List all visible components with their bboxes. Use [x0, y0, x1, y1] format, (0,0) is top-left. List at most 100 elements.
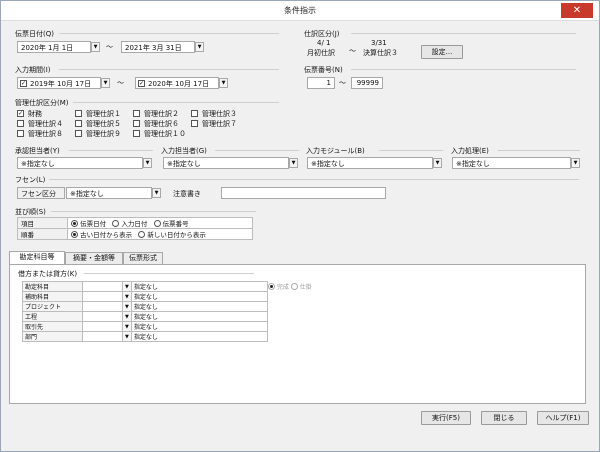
chevron-down-icon[interactable]: ▼ — [122, 331, 132, 342]
sort-order-radio-1[interactable] — [138, 231, 146, 238]
tilde-separator: ～ — [339, 79, 346, 87]
divider — [73, 102, 279, 103]
grid-code-input[interactable] — [82, 281, 123, 292]
radio-label: 新しい日付から表示 — [147, 231, 206, 239]
chevron-down-icon[interactable]: ▼ — [122, 311, 132, 322]
date-picker-dropdown[interactable]: ▼ — [219, 78, 228, 88]
help-button[interactable]: ヘルプ(F1) — [537, 411, 589, 425]
close-window-button[interactable]: ✕ — [561, 3, 593, 18]
fusen-note-input[interactable] — [221, 187, 386, 199]
status-radio-wip[interactable] — [290, 283, 298, 290]
kanri-shiwake-checkbox[interactable] — [75, 120, 82, 127]
sort-table: 項目 伝票日付 入力日付 伝票番号 順番 古い日付から表示 新しい日付から表示 — [17, 217, 253, 240]
grid-value-cell: 指定なし — [130, 291, 269, 302]
chevron-down-icon[interactable]: ▼ — [122, 321, 132, 332]
kanri-shiwake-checkbox-label: 管理仕訳１０ — [144, 130, 186, 138]
input-period-from-field[interactable]: ✓ 2019年 10月 17日 — [17, 77, 101, 89]
date-picker-dropdown[interactable]: ▼ — [91, 42, 100, 52]
kanri-shiwake-checkbox-label: 管理仕訳２ — [144, 110, 179, 118]
tab-kanjo-kamoku[interactable]: 勘定科目等 — [9, 251, 65, 264]
chevron-down-icon[interactable]: ▼ — [433, 158, 442, 168]
date-picker-dropdown[interactable]: ▼ — [195, 42, 204, 52]
grid-value-cell: 指定なし — [130, 281, 269, 292]
title-bar: 条件指示 ✕ — [1, 1, 599, 21]
grid-code-input[interactable] — [82, 321, 123, 332]
radio-label: 仕掛 — [299, 284, 312, 291]
sort-item-radio-1[interactable] — [112, 220, 120, 227]
kanri-shiwake-checkbox[interactable] — [17, 130, 24, 137]
denpyo-number-from-field[interactable]: 1 — [307, 77, 335, 89]
denpyo-date-to-field[interactable]: 2021年 3月 31日 — [121, 41, 195, 53]
sort-item-radio-2[interactable] — [153, 220, 161, 227]
fusen-kubun-select[interactable]: ※指定なし — [66, 187, 152, 199]
grid-row-label: プロジェクト — [22, 301, 83, 312]
approver-select[interactable]: ※指定なし — [17, 157, 143, 169]
sort-order-radio-0[interactable] — [71, 231, 78, 238]
kanri-shiwake-checkbox[interactable]: ✓ — [17, 110, 24, 117]
sort-item-options: 伝票日付 入力日付 伝票番号 — [67, 217, 253, 229]
kanri-shiwake-checkbox[interactable] — [75, 110, 82, 117]
tab-tekiyo-kingaku[interactable]: 摘要・金額等 — [65, 252, 123, 264]
kamoku-grid: 勘定科目 ▼ 指定なし 補助科目 ▼ 指定なし プロジェクト ▼ 指定なし 工程 ▼ 指定なし 取引先 ▼… — [22, 281, 269, 342]
sort-item-label: 項目 — [17, 217, 68, 229]
denpyo-date-from-field[interactable]: 2020年 1月 1日 — [17, 41, 91, 53]
input-period-to-field[interactable]: ✓ 2020年 10月 17日 — [135, 77, 219, 89]
date-picker-dropdown[interactable]: ▼ — [101, 78, 110, 88]
kanri-shiwake-checkbox[interactable] — [133, 110, 140, 117]
settings-button[interactable]: 設定... — [421, 45, 463, 59]
input-module-label: 入力モジュール(B) — [306, 147, 365, 155]
shiwake-to-name: 決算仕訳３ — [363, 49, 398, 57]
kanri-shiwake-checkbox-label: 管理仕訳７ — [202, 120, 237, 128]
divider — [351, 33, 576, 34]
divider — [351, 69, 576, 70]
radio-label: 伝票日付 — [80, 220, 107, 228]
kanri-shiwake-checkbox-label: 財務 — [28, 110, 42, 118]
kanri-shiwake-checkbox[interactable] — [75, 130, 82, 137]
kanri-shiwake-checkbox[interactable] — [133, 120, 140, 127]
divider — [59, 69, 279, 70]
grid-code-input[interactable] — [82, 291, 123, 302]
run-button[interactable]: 実行(F5) — [421, 411, 471, 425]
grid-code-input[interactable] — [82, 311, 123, 322]
kanri-shiwake-checkbox-label: 管理仕訳８ — [28, 130, 63, 138]
grid-row-label: 工程 — [22, 311, 83, 322]
input-period-from-checkbox[interactable]: ✓ — [20, 80, 27, 87]
sort-item-radio-0[interactable] — [71, 220, 78, 227]
approver-label: 承認担当者(Y) — [15, 147, 60, 155]
chevron-down-icon[interactable]: ▼ — [122, 281, 132, 292]
grid-value-cell: 指定なし — [130, 311, 269, 322]
grid-value-cell: 指定なし — [130, 301, 269, 312]
input-period-label: 入力期間(I) — [15, 66, 51, 74]
sort-order-label: 順番 — [17, 228, 68, 240]
status-radio-complete[interactable] — [268, 283, 275, 290]
input-period-to-checkbox[interactable]: ✓ — [138, 80, 145, 87]
chevron-down-icon[interactable]: ▼ — [152, 188, 161, 198]
divider — [84, 273, 254, 274]
input-staff-select[interactable]: ※指定なし — [163, 157, 289, 169]
input-module-select[interactable]: ※指定なし — [307, 157, 433, 169]
kanri-shiwake-checkbox-label: 管理仕訳５ — [86, 120, 121, 128]
kanri-shiwake-checkbox[interactable] — [133, 130, 140, 137]
status-radio-group: 完成 仕掛 — [268, 282, 312, 291]
input-process-select[interactable]: ※指定なし — [452, 157, 571, 169]
close-button[interactable]: 閉じる — [481, 411, 527, 425]
table-row: 工程 ▼ 指定なし — [22, 311, 269, 322]
denpyo-number-to-field[interactable]: 99999 — [351, 77, 383, 89]
grid-code-input[interactable] — [82, 301, 123, 312]
kanri-shiwake-checkbox[interactable] — [191, 120, 198, 127]
radio-label: 古い日付から表示 — [80, 231, 133, 239]
divider — [51, 211, 256, 212]
chevron-down-icon[interactable]: ▼ — [122, 301, 132, 312]
chevron-down-icon[interactable]: ▼ — [122, 291, 132, 302]
grid-code-input[interactable] — [82, 331, 123, 342]
kanri-shiwake-checkbox-label: 管理仕訳９ — [86, 130, 121, 138]
radio-label: 伝票番号 — [162, 220, 189, 228]
denpyo-date-label: 伝票日付(Q) — [15, 30, 54, 38]
radio-label: 完成 — [276, 284, 289, 291]
chevron-down-icon[interactable]: ▼ — [143, 158, 152, 168]
kanri-shiwake-checkbox[interactable] — [191, 110, 198, 117]
tab-denpyo-keishiki[interactable]: 伝票形式 — [123, 252, 163, 264]
chevron-down-icon[interactable]: ▼ — [571, 158, 580, 168]
kanri-shiwake-checkbox[interactable] — [17, 120, 24, 127]
chevron-down-icon[interactable]: ▼ — [289, 158, 298, 168]
